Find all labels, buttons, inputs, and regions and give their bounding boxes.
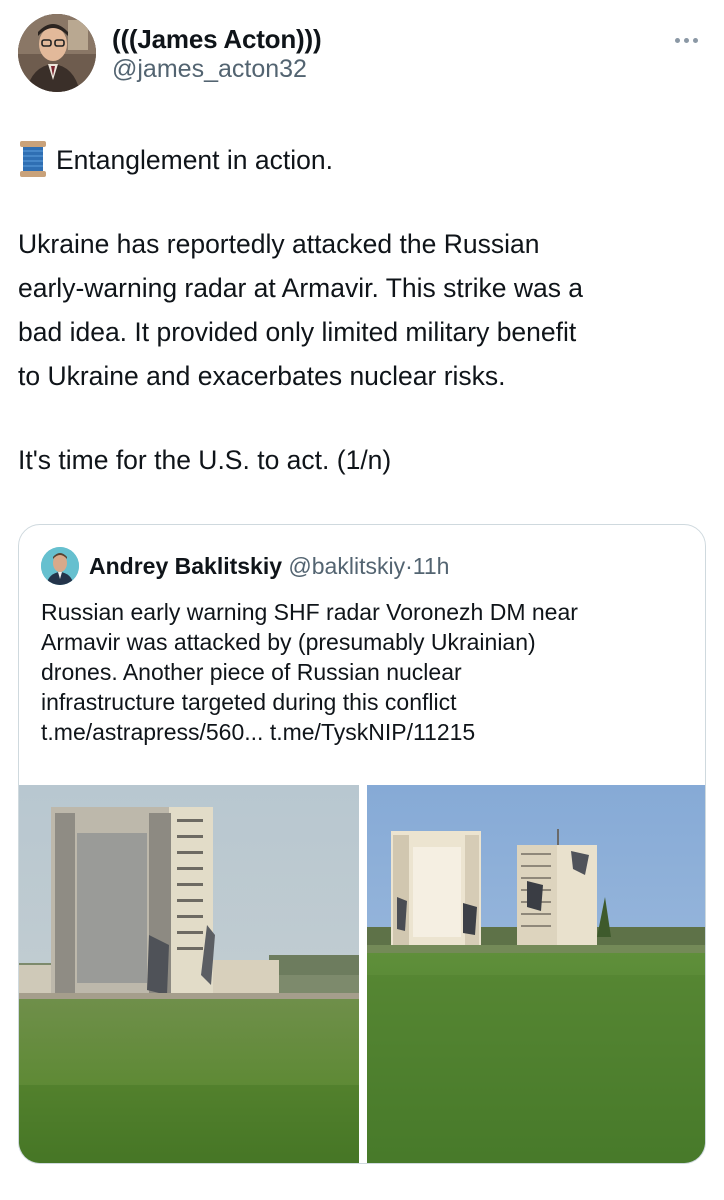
author-info: (((James Acton))) @james_acton32 [112, 24, 322, 84]
tweet-text: Entanglement in action. Ukraine has repo… [18, 138, 698, 482]
author-display-name[interactable]: (((James Acton))) [112, 24, 322, 54]
quoted-tweet-header: Andrey Baklitskiy @baklitskiy·11h [41, 547, 691, 587]
quoted-links[interactable]: t.me/astrapress/560... t.me/TyskNIP/1121… [41, 717, 691, 747]
tweet-line: Entanglement in action. [18, 138, 698, 182]
more-dot [692, 37, 698, 43]
quoted-timestamp[interactable]: 11h [413, 553, 450, 579]
tweet-line: early-warning radar at Armavir. This str… [18, 273, 584, 303]
quoted-line: Armavir was attacked by (presumably Ukra… [41, 629, 536, 655]
tweet-line: It's time for the U.S. to act. (1/n) [18, 445, 392, 475]
tweet-header: (((James Acton))) @james_acton32 [18, 14, 704, 98]
separator-dot: · [405, 553, 413, 579]
quoted-line: Russian early warning SHF radar Voronezh… [41, 599, 578, 625]
more-dot [683, 37, 689, 43]
quoted-author-avatar[interactable] [41, 547, 79, 585]
quoted-author-meta: Andrey Baklitskiy @baklitskiy·11h [89, 552, 449, 580]
quoted-line: infrastructure targeted during this conf… [41, 689, 457, 715]
quoted-tweet-text: Russian early warning SHF radar Voronezh… [41, 597, 691, 747]
spool-of-thread-icon [18, 140, 48, 178]
tweet-line: bad idea. It provided only limited milit… [18, 317, 577, 347]
tweet-line: Ukraine has reportedly attacked the Russ… [18, 229, 540, 259]
more-options-button[interactable] [668, 30, 704, 50]
tweet-line: to Ukraine and exacerbates nuclear risks… [18, 361, 506, 391]
quoted-author-name[interactable]: Andrey Baklitskiy [89, 553, 282, 579]
tweet-line-text: Entanglement in action. [56, 145, 333, 175]
author-handle[interactable]: @james_acton32 [112, 54, 321, 84]
quoted-tweet-card[interactable]: Andrey Baklitskiy @baklitskiy·11h Russia… [18, 524, 706, 1164]
quoted-line: drones. Another piece of Russian nuclear [41, 659, 462, 685]
radar-photo-left[interactable] [19, 785, 359, 1163]
more-horizontal-icon [674, 37, 680, 43]
radar-photo-right[interactable] [367, 785, 705, 1163]
quoted-author-handle[interactable]: @baklitskiy [288, 553, 405, 579]
author-avatar[interactable] [18, 14, 96, 92]
tweet-view: (((James Acton))) @james_acton32 Entangl… [0, 0, 724, 1200]
